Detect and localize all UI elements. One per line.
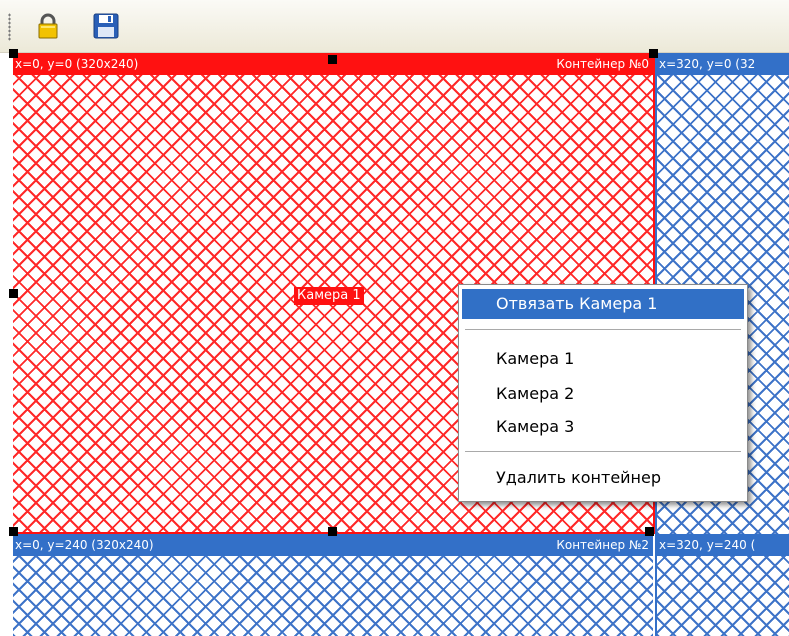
container-name: Контейнер №2: [556, 538, 649, 552]
container-coords: x=320, y=0 (32: [659, 57, 756, 71]
container-coords: x=0, y=240 (320x240): [15, 538, 154, 552]
container-2-titlebar[interactable]: x=0, y=240 (320x240) Контейнер №2: [13, 534, 653, 556]
resize-handle-ne[interactable]: [649, 49, 658, 58]
container-name: Контейнер №0: [556, 57, 649, 71]
container-2[interactable]: x=0, y=240 (320x240) Контейнер №2: [13, 534, 653, 636]
context-menu: Отвязать Камера 1 Камера 1 Камера 2 Каме…: [458, 284, 748, 502]
lock-icon[interactable]: [33, 11, 63, 41]
resize-handle-n[interactable]: [328, 55, 337, 64]
resize-handle-nw[interactable]: [9, 49, 18, 58]
menu-item-camera-2[interactable]: Камера 2: [462, 379, 744, 409]
container-3-titlebar[interactable]: x=320, y=240 (: [657, 534, 789, 556]
resize-handle-se[interactable]: [645, 527, 654, 536]
floppy-save-icon[interactable]: [91, 11, 121, 41]
container-2-area[interactable]: [13, 556, 653, 636]
container-3-area[interactable]: [657, 556, 789, 636]
menu-item-unbind-camera[interactable]: Отвязать Камера 1: [462, 289, 744, 319]
toolbar: [0, 0, 789, 53]
menu-item-delete-container[interactable]: Удалить контейнер: [462, 463, 744, 493]
resize-handle-sw[interactable]: [9, 527, 18, 536]
container-coords: x=0, y=0 (320x240): [15, 57, 139, 71]
menu-item-camera-1[interactable]: Камера 1: [462, 344, 744, 374]
toolbar-grip[interactable]: [8, 13, 11, 41]
menu-separator: [465, 329, 741, 331]
camera-label: Камера 1: [294, 287, 364, 305]
menu-item-camera-3[interactable]: Камера 3: [462, 412, 744, 442]
resize-handle-w[interactable]: [9, 289, 18, 298]
container-3[interactable]: x=320, y=240 (: [655, 534, 789, 636]
container-coords: x=320, y=240 (: [659, 538, 756, 552]
resize-handle-s[interactable]: [328, 527, 337, 536]
container-1-titlebar[interactable]: x=320, y=0 (32: [657, 53, 789, 75]
menu-separator: [465, 451, 741, 453]
